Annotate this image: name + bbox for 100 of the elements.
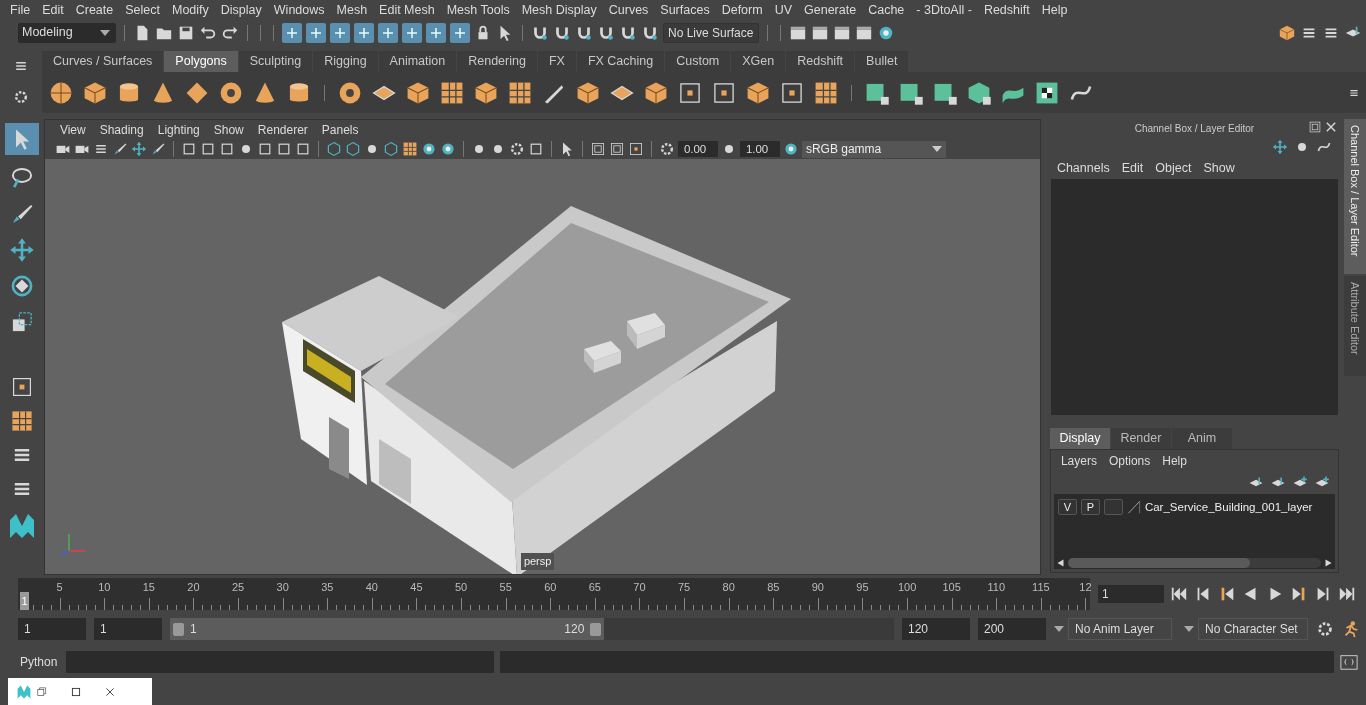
menu-item[interactable]: Options	[1102, 452, 1157, 471]
maximize-icon[interactable]	[70, 685, 82, 698]
exposure-field[interactable]: 0.00	[677, 141, 718, 158]
menu-item[interactable]: Surfaces	[654, 0, 716, 20]
play-icon[interactable]	[1323, 557, 1333, 568]
layer-name[interactable]: Car_Service_Building_001_layer	[1144, 498, 1313, 516]
menu-item[interactable]: Cache	[862, 0, 911, 20]
menu-item[interactable]: Channels	[1050, 158, 1116, 178]
menu-item[interactable]: Edit	[1115, 158, 1150, 178]
frame-tick-label: 20	[187, 579, 200, 595]
move-icon[interactable]	[1272, 139, 1288, 156]
frame-tick-label: 55	[499, 579, 512, 595]
workspace-dropdown[interactable]: Modeling	[18, 22, 116, 43]
color-space-dropdown[interactable]: sRGB gamma	[801, 140, 946, 158]
frame-tick-label: 115	[1032, 579, 1050, 595]
menu-item[interactable]: Edit	[36, 0, 70, 20]
side-tab[interactable]: Attribute Editor	[1344, 276, 1366, 377]
command-language-label[interactable]: Python	[20, 653, 60, 672]
live-surface-field[interactable]: No Live Surface	[663, 22, 759, 43]
range-slider[interactable]: 1 120	[170, 618, 894, 641]
frame-tick-label: 110	[987, 579, 1006, 595]
layer-tab[interactable]: Anim	[1171, 428, 1232, 450]
menu-item[interactable]: Show	[206, 120, 251, 139]
command-input-field[interactable]	[66, 651, 494, 674]
menu-item[interactable]: View	[52, 120, 93, 139]
end-frame-field[interactable]: 200	[978, 618, 1046, 641]
menu-item[interactable]: Curves	[602, 0, 655, 20]
grid-icon[interactable]	[401, 141, 418, 158]
menu-item[interactable]: Mesh Tools	[440, 0, 516, 20]
current-frame-field[interactable]: 1	[1098, 584, 1164, 603]
frame-tick-label: 50	[454, 579, 468, 595]
cube-icon[interactable]	[1278, 23, 1296, 42]
shelf-tab[interactable]: XGen	[731, 50, 786, 72]
grid-icon[interactable]	[9, 409, 34, 434]
character-set-dropdown[interactable]: No Character Set	[1198, 618, 1308, 641]
range-handle[interactable]	[173, 622, 184, 636]
braces-icon[interactable]	[1340, 653, 1358, 672]
move-icon[interactable]	[8, 237, 35, 264]
shelf-tab[interactable]: Custom	[665, 50, 731, 72]
menu-item[interactable]: Show	[1197, 158, 1241, 178]
menu-item[interactable]: Windows	[267, 0, 331, 20]
menu-item[interactable]: Layers	[1054, 452, 1103, 471]
menu-item[interactable]: File	[4, 0, 37, 20]
side-tab[interactable]: Channel Box / Layer Editor	[1344, 119, 1366, 275]
menu-item[interactable]: Deform	[715, 0, 769, 20]
shelf-tab[interactable]: FX	[537, 50, 576, 72]
shelf-tab[interactable]: FX Caching	[576, 50, 665, 72]
menu-item[interactable]: Redshift	[977, 0, 1036, 20]
shelf-tab[interactable]: Sculpting	[238, 50, 313, 72]
frame-tick-label: 65	[588, 579, 601, 595]
menu-item[interactable]: Generate	[798, 0, 863, 20]
playback-toggle[interactable]: P	[1080, 499, 1100, 516]
playback-icon[interactable]	[1055, 557, 1066, 568]
visibility-toggle[interactable]: V	[1057, 499, 1077, 516]
menu-item[interactable]: Create	[69, 0, 120, 20]
menu-item[interactable]: UV	[768, 0, 799, 20]
menu-item[interactable]: - 3DtoAll -	[910, 0, 978, 20]
brush-icon[interactable]	[149, 141, 166, 158]
playback-start-field[interactable]: 1	[94, 618, 162, 641]
frame-tick-label: 100	[897, 579, 917, 595]
frame-tick-label: 60	[544, 579, 557, 595]
menu-item[interactable]: Mesh Display	[515, 0, 603, 20]
start-frame-field[interactable]: 1	[18, 618, 86, 641]
horizontal-scrollbar[interactable]	[1067, 557, 1321, 568]
menu-item[interactable]: Panels	[314, 120, 366, 139]
menu-item[interactable]: Display	[214, 0, 268, 20]
menu-item[interactable]: Mesh	[330, 0, 374, 20]
shelf-tab[interactable]: Bullet	[855, 50, 909, 72]
anim-layer-dropdown[interactable]: No Anim Layer	[1068, 618, 1172, 641]
reference-toggle[interactable]	[1103, 499, 1123, 516]
menu-item[interactable]: Object	[1149, 158, 1198, 178]
playback-end-field[interactable]: 120	[902, 618, 970, 641]
shelf-tab[interactable]: Redshift	[786, 50, 855, 72]
menu-item[interactable]: Modify	[166, 0, 215, 20]
frame-tick-label: 45	[410, 579, 423, 595]
shelf-tab[interactable]: Curves / Surfaces	[42, 50, 164, 72]
gamma-field[interactable]: 1.00	[739, 141, 780, 158]
shelf-tab[interactable]: Rigging	[313, 50, 378, 72]
layer-tab[interactable]: Render	[1110, 428, 1171, 450]
menu-item[interactable]: Renderer	[250, 120, 315, 139]
move-icon[interactable]	[130, 141, 147, 158]
layer-tab[interactable]: Display	[1049, 428, 1110, 450]
shelf-tab[interactable]: Animation	[378, 50, 457, 72]
color-swatch-icon[interactable]	[1126, 499, 1141, 516]
shelf-tab[interactable]: Rendering	[457, 50, 537, 72]
restore-icon[interactable]	[36, 685, 48, 698]
menu-item[interactable]: Lighting	[150, 120, 207, 139]
menu-item[interactable]: Shading	[92, 120, 151, 139]
runner-icon[interactable]	[1342, 620, 1360, 639]
menu-item[interactable]: Help	[1156, 452, 1193, 471]
brush-icon[interactable]	[111, 141, 128, 158]
menu-item[interactable]: Help	[1035, 0, 1074, 20]
time-slider[interactable]: 5 10 15 20 25 30 35 40 45 50 55 60 65 70 75 80 85 90 95 100 105 110 115 12 1	[18, 577, 1090, 610]
frame-tick-label: 5	[56, 579, 63, 595]
menu-item[interactable]: Select	[119, 0, 166, 20]
close-icon[interactable]	[104, 685, 116, 698]
frame-icon[interactable]	[627, 141, 644, 158]
shelf-tab[interactable]: Polygons	[164, 50, 238, 72]
menu-item[interactable]: Edit Mesh	[373, 0, 441, 20]
range-handle[interactable]	[590, 622, 602, 636]
